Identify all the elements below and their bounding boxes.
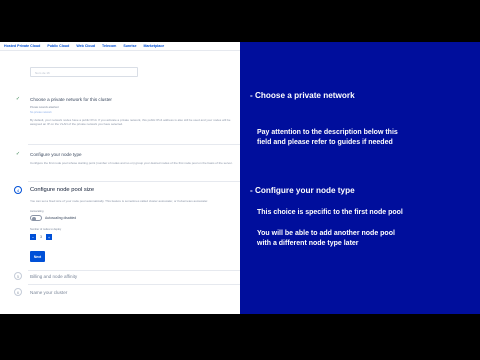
overlay-text-line: field and please refer to guides if need… [257,139,393,146]
autoscaling-row: Autoscaling disabled [30,215,76,221]
step-number-badge: 4 [14,186,22,194]
private-network-link[interactable]: No private network [30,111,52,114]
overlay-text-line: with a different node type later [257,240,359,247]
step-node-pool-size-title: Configure node pool size [30,187,95,193]
decrement-button[interactable]: − [30,234,36,240]
nav-item-public-cloud[interactable]: Public Cloud [47,44,69,48]
step-node-type[interactable]: ✓ Configure your node type [14,151,82,157]
nav-item-web-cloud[interactable]: Web Cloud [76,44,95,48]
divider [28,284,240,285]
step-private-network[interactable]: ✓ Choose a private network for this clus… [14,96,112,102]
divider [28,144,240,145]
divider [28,270,240,271]
check-icon: ✓ [15,96,21,102]
nav-item-telecom[interactable]: Telecom [102,44,116,48]
autoscaling-label: Autoscaling [30,210,44,213]
nodes-count-stepper: − 3 + [30,234,52,240]
nodes-count-value[interactable]: 3 [37,234,45,240]
step-number-badge: 6 [14,288,22,296]
increment-button[interactable]: + [46,234,52,240]
overlay-heading-private-network: - Choose a private network [250,91,355,100]
tutorial-overlay-panel: - Choose a private network Pay attention… [240,42,480,314]
autoscaling-toggle[interactable] [30,215,42,221]
step-billing-affinity[interactable]: 5 Billing and node affinity [14,272,77,280]
step-billing-affinity-title: Billing and node affinity [30,273,78,279]
step-private-network-title: Choose a private network for this cluste… [30,96,112,102]
overlay-text-line: Pay attention to the description below t… [257,129,398,136]
cluster-creation-page: Hosted Private Cloud Public Cloud Web Cl… [0,42,240,314]
step-name-cluster[interactable]: 6 Name your cluster [14,288,67,296]
top-navigation: Hosted Private Cloud Public Cloud Web Cl… [0,42,240,51]
divider [28,181,240,182]
nav-item-marketplace[interactable]: Marketplace [144,44,165,48]
private-network-description: By default, your network nodes have a pu… [30,118,231,126]
autoscaling-state: Autoscaling disabled [45,216,77,220]
node-type-description: Configure the first node pool whose star… [30,161,233,165]
step-number-badge: 5 [14,272,22,280]
step-name-cluster-title: Name your cluster [30,289,68,295]
node-pool-size-description: You can set a fixed size of your node po… [30,199,209,203]
cluster-name-input[interactable]: Nom de 16 [30,67,138,77]
overlay-heading-node-type: - Configure your node type [250,186,355,195]
nodes-count-label: Number of nodes to deploy [30,228,62,231]
video-frame: Hosted Private Cloud Public Cloud Web Cl… [0,42,480,314]
private-network-label: Private network attached [30,106,59,109]
nav-item-sunrise[interactable]: Sunrise [123,44,136,48]
overlay-text-line: This choice is specific to the first nod… [257,209,403,216]
step-node-type-title: Configure your node type [30,151,82,157]
step-node-pool-size[interactable]: 4 Configure node pool size [14,186,94,194]
overlay-text-line: You will be able to add another node poo… [257,230,395,237]
next-button[interactable]: Next [30,251,45,262]
nav-item-hosted-private-cloud[interactable]: Hosted Private Cloud [4,44,40,48]
check-icon: ✓ [15,151,21,157]
